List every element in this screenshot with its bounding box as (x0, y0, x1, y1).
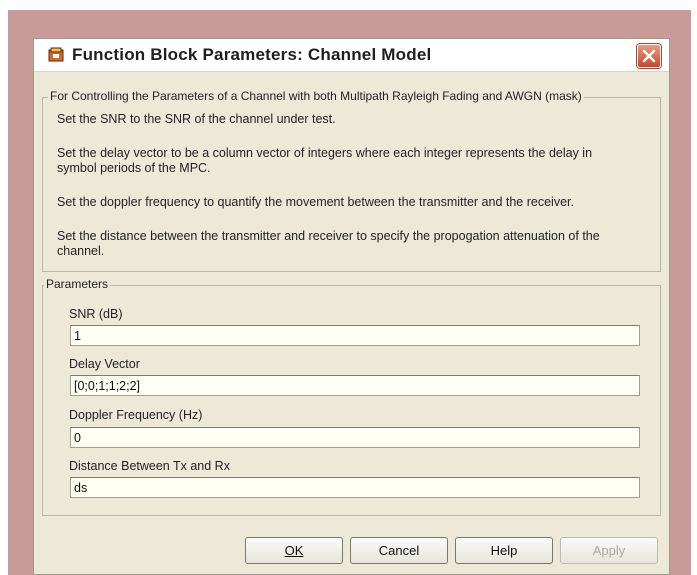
description-line: Set the distance between the transmitter… (57, 229, 600, 258)
help-button[interactable]: Help (455, 537, 553, 564)
snr-input[interactable] (70, 325, 640, 346)
ok-button[interactable]: OK (245, 537, 343, 564)
title-bar[interactable]: Function Block Parameters: Channel Model (34, 39, 669, 72)
snr-label: SNR (dB) (69, 307, 123, 321)
simulink-block-icon (48, 47, 64, 62)
apply-button-label: Apply (592, 543, 626, 558)
description-group-legend: For Controlling the Parameters of a Chan… (48, 89, 584, 103)
function-block-parameters-dialog: Function Block Parameters: Channel Model… (33, 38, 670, 575)
window-title: Function Block Parameters: Channel Model (72, 45, 432, 64)
close-icon (642, 49, 656, 63)
doppler-frequency-input[interactable] (70, 427, 640, 448)
description-group: For Controlling the Parameters of a Chan… (42, 89, 661, 272)
delay-vector-input[interactable] (70, 375, 640, 396)
doppler-frequency-label: Doppler Frequency (Hz) (69, 408, 203, 422)
apply-button[interactable]: Apply (560, 537, 658, 564)
distance-label: Distance Between Tx and Rx (69, 459, 230, 473)
help-button-label: Help (490, 543, 518, 558)
distance-input[interactable] (70, 477, 640, 498)
description-line: Set the doppler frequency to quantify th… (57, 195, 574, 209)
parameters-group-legend: Parameters (44, 277, 111, 291)
ok-button-label: OK (284, 543, 304, 558)
cancel-button[interactable]: Cancel (350, 537, 448, 564)
description-line: Set the SNR to the SNR of the channel un… (57, 112, 336, 126)
description-line: Set the delay vector to be a column vect… (57, 146, 593, 175)
delay-vector-label: Delay Vector (69, 357, 140, 371)
close-button[interactable] (637, 44, 661, 68)
cancel-button-label: Cancel (378, 543, 420, 558)
